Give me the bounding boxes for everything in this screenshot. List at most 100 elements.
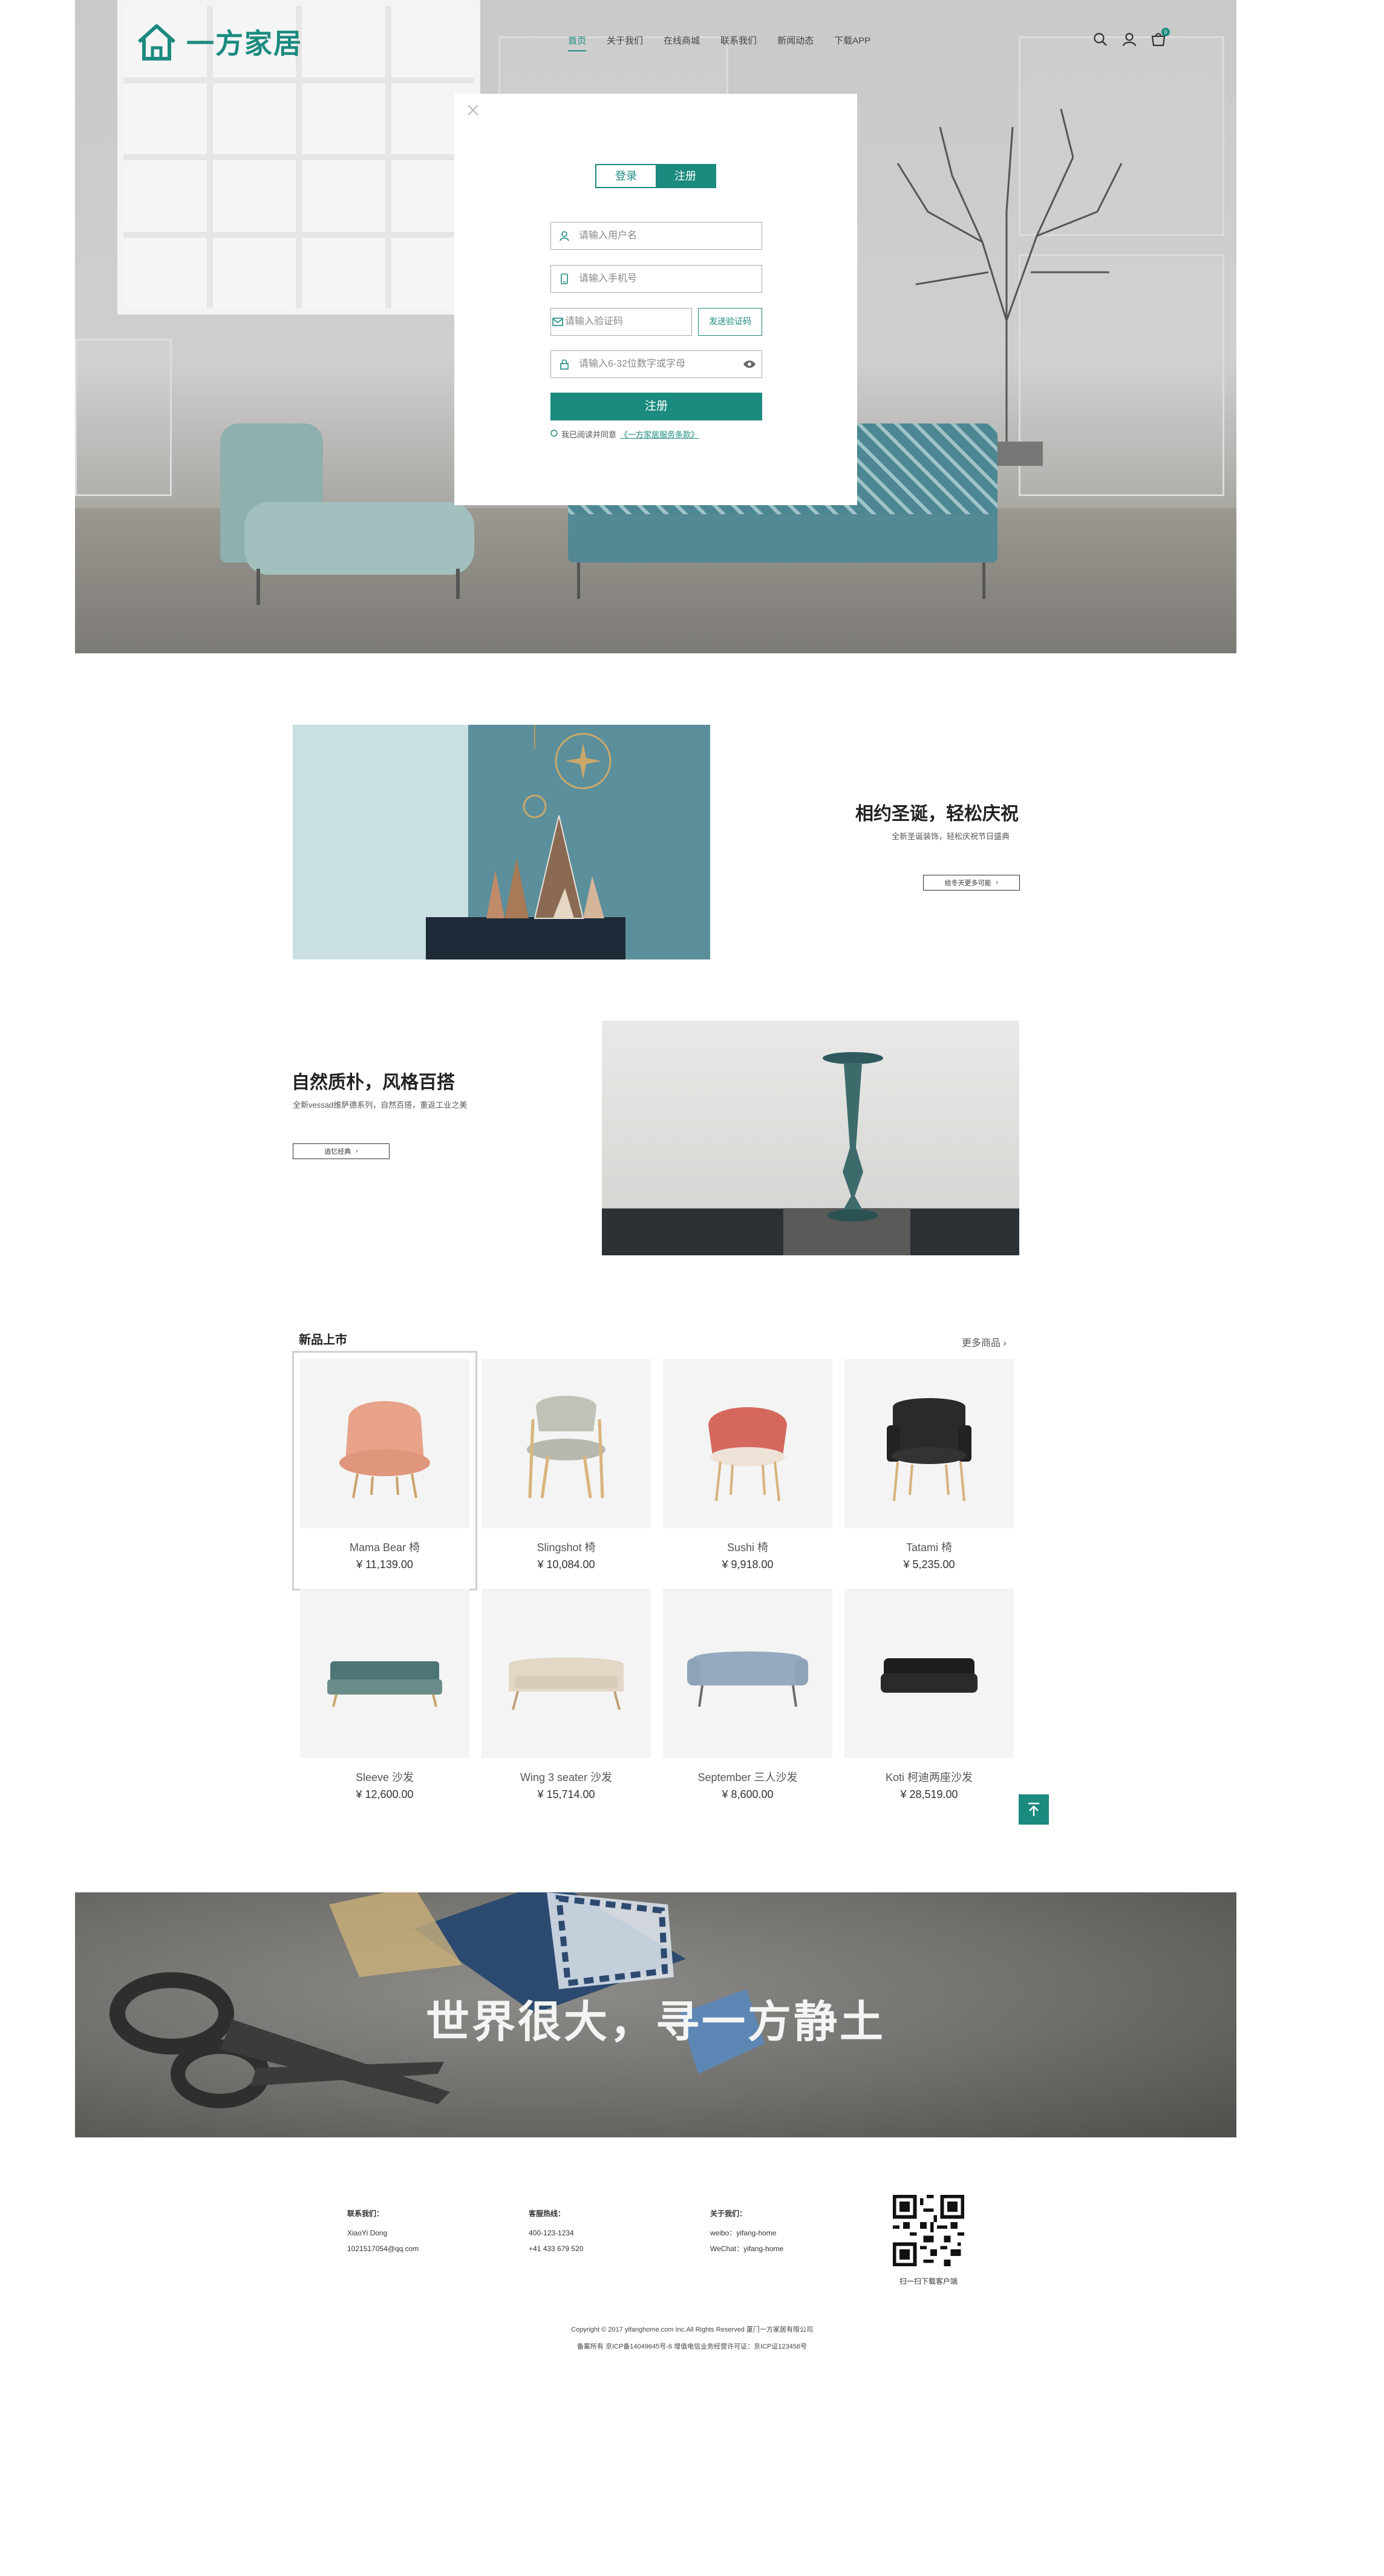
chair-leg bbox=[256, 569, 260, 605]
nav-about[interactable]: 关于我们 bbox=[607, 34, 643, 51]
nav-news[interactable]: 新闻动态 bbox=[777, 34, 814, 51]
sofa-seat bbox=[568, 514, 997, 563]
terms-link[interactable]: 《一方家居服务条款》 bbox=[620, 428, 699, 440]
product-image bbox=[663, 1359, 832, 1528]
password-input[interactable] bbox=[578, 352, 737, 376]
username-input[interactable] bbox=[578, 224, 762, 248]
product-image bbox=[663, 1589, 832, 1758]
product-price: ¥ 28,519.00 bbox=[900, 1788, 958, 1800]
phone-field bbox=[550, 265, 762, 293]
house-icon bbox=[137, 24, 176, 60]
auth-tabs: 登录 注册 bbox=[595, 164, 716, 188]
chevron-right-icon: › bbox=[996, 879, 999, 886]
send-code-button[interactable]: 发送验证码 bbox=[698, 308, 762, 336]
sofa-leg bbox=[577, 563, 580, 599]
agreement: 我已阅读并同意 《一方家居服务条款》 bbox=[550, 428, 699, 440]
product-price: ¥ 10,084.00 bbox=[537, 1558, 595, 1571]
product-card[interactable]: Mama Bear 椅 ¥ 11,139.00 bbox=[292, 1351, 477, 1590]
armchair-seat bbox=[244, 502, 474, 575]
nav-download-app[interactable]: 下载APP bbox=[834, 34, 870, 51]
password-field bbox=[550, 350, 762, 378]
qr-caption: 扫一扫下载客户端 bbox=[899, 2277, 958, 2286]
product-card[interactable]: Sushi 椅 ¥ 9,918.00 bbox=[663, 1359, 832, 1583]
footer-contact-email[interactable]: 1021517054@qq.com bbox=[347, 2241, 419, 2257]
product-image bbox=[481, 1359, 651, 1528]
mail-icon bbox=[551, 309, 564, 335]
product-card[interactable]: Sleeve 沙发 ¥ 12,600.00 bbox=[300, 1589, 469, 1813]
product-image bbox=[300, 1589, 469, 1758]
username-field bbox=[550, 222, 762, 250]
register-submit-button[interactable]: 注册 bbox=[550, 393, 762, 420]
feature-1-title: 相约圣诞，轻松庆祝 bbox=[855, 804, 1019, 824]
product-name: Koti 柯迪两座沙发 bbox=[885, 1771, 973, 1783]
footer-weibo[interactable]: weibo：yifang-home bbox=[710, 2225, 783, 2241]
product-card[interactable]: Koti 柯迪两座沙发 ¥ 28,519.00 bbox=[844, 1589, 1014, 1813]
feature-1-button-label: 给冬天更多可能 bbox=[944, 880, 991, 887]
christmas-image bbox=[293, 725, 710, 959]
product-card[interactable]: Tatami 椅 ¥ 5,235.00 bbox=[844, 1359, 1014, 1583]
header-icons: 0 bbox=[1092, 28, 1170, 47]
nav-home[interactable]: 首页 bbox=[568, 34, 587, 51]
agree-checkbox[interactable] bbox=[550, 430, 558, 439]
cart-icon[interactable]: 0 bbox=[1151, 28, 1170, 47]
tab-login[interactable]: 登录 bbox=[596, 165, 656, 187]
footer-contact-title: 联系我们： bbox=[347, 2209, 384, 2218]
product-price: ¥ 12,600.00 bbox=[356, 1788, 414, 1800]
footer-hotline: 客服热线： 400-123-1234 +41 433 679 520 bbox=[529, 2206, 583, 2257]
chevron-right-icon: › bbox=[1003, 1338, 1007, 1348]
phone-input[interactable] bbox=[578, 267, 762, 291]
footer-contact-name: XiaoYi Dong bbox=[347, 2229, 388, 2237]
product-price: ¥ 11,139.00 bbox=[356, 1558, 413, 1571]
product-name: Tatami 椅 bbox=[906, 1541, 953, 1554]
section-title: 新品上市 bbox=[299, 1333, 347, 1347]
arrow-up-icon bbox=[1028, 1802, 1039, 1816]
feature-2-button[interactable]: 追忆经典 › bbox=[293, 1143, 390, 1159]
slogan-banner: 世界很大，寻一方静土 bbox=[75, 1892, 1236, 2137]
product-name: Sleeve 沙发 bbox=[355, 1771, 414, 1783]
eye-icon[interactable] bbox=[737, 351, 762, 378]
footer-wechat[interactable]: WeChat：yifang-home bbox=[710, 2241, 783, 2257]
product-name: Slingshot 椅 bbox=[537, 1541, 596, 1554]
copyright: Copyright © 2017 yifanghome.com Inc.All … bbox=[571, 2326, 813, 2333]
qr-code-image bbox=[893, 2195, 964, 2266]
product-price: ¥ 15,714.00 bbox=[537, 1788, 595, 1800]
wall-panel bbox=[75, 339, 172, 496]
cart-badge: 0 bbox=[1161, 28, 1170, 36]
stool-image bbox=[602, 1021, 1019, 1255]
footer-about-title: 关于我们： bbox=[710, 2209, 747, 2218]
product-name: Wing 3 seater 沙发 bbox=[520, 1771, 613, 1783]
footer-hotline-2: +41 433 679 520 bbox=[529, 2244, 584, 2253]
logo-text: 一方家居 bbox=[186, 28, 302, 59]
banner-slogan: 世界很大，寻一方静土 bbox=[425, 1998, 886, 2047]
search-icon[interactable] bbox=[1092, 31, 1108, 47]
product-name: Sushi 椅 bbox=[726, 1541, 769, 1554]
lock-icon bbox=[551, 351, 578, 378]
footer-contact: 联系我们： XiaoYi Dong 1021517054@qq.com bbox=[347, 2206, 419, 2257]
nav-contact[interactable]: 联系我们 bbox=[720, 34, 757, 51]
product-name: September 三人沙发 bbox=[697, 1771, 798, 1783]
sofa-leg bbox=[982, 563, 985, 599]
feature-1-subtitle: 全新圣诞装饰，轻松庆祝节日盛典 bbox=[892, 832, 1010, 841]
footer-about: 关于我们： weibo：yifang-home WeChat：yifang-ho… bbox=[710, 2206, 783, 2257]
close-icon[interactable] bbox=[465, 102, 481, 118]
product-card[interactable]: Wing 3 seater 沙发 ¥ 15,714.00 bbox=[481, 1589, 651, 1813]
product-card[interactable]: Slingshot 椅 ¥ 10,084.00 bbox=[481, 1359, 651, 1583]
code-field bbox=[550, 308, 692, 336]
code-input[interactable] bbox=[564, 310, 691, 334]
chevron-right-icon: › bbox=[356, 1148, 358, 1155]
icp-record: 备案所有 京ICP备14049645号-6 增值电信业务经营许可证：京ICP证1… bbox=[576, 2343, 808, 2350]
main-nav: 首页 关于我们 在线商城 联系我们 新闻动态 下载APP bbox=[568, 34, 870, 51]
more-products-link[interactable]: 更多商品 › bbox=[962, 1335, 1007, 1349]
feature-1-button[interactable]: 给冬天更多可能 › bbox=[923, 875, 1020, 891]
user-icon[interactable] bbox=[1121, 31, 1137, 47]
product-price: ¥ 5,235.00 bbox=[903, 1558, 955, 1571]
site-logo[interactable]: 一方家居 bbox=[135, 21, 302, 63]
footer-hotline-1: 400-123-1234 bbox=[529, 2229, 574, 2237]
feature-2-subtitle: 全新vessad维萨德系列，自然百搭，重返工业之美 bbox=[293, 1100, 468, 1110]
nav-shop[interactable]: 在线商城 bbox=[664, 34, 700, 51]
tab-register[interactable]: 注册 bbox=[656, 165, 715, 187]
back-to-top-button[interactable] bbox=[1019, 1794, 1049, 1825]
footer-hotline-title: 客服热线： bbox=[529, 2209, 566, 2218]
chair-leg bbox=[456, 569, 460, 599]
product-card[interactable]: September 三人沙发 ¥ 8,600.00 bbox=[663, 1589, 832, 1813]
